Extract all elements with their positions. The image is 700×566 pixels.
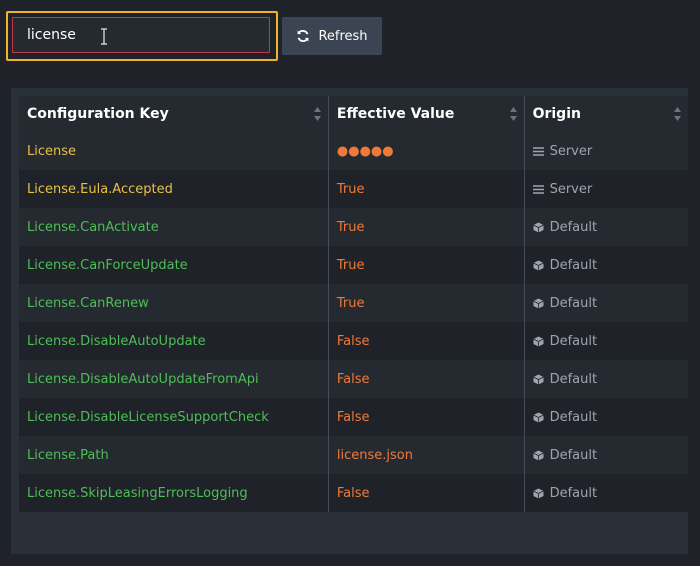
origin-cell: Server	[524, 132, 688, 170]
cube-icon	[532, 374, 544, 384]
origin-cell: Default	[524, 398, 688, 436]
table-row[interactable]: License.Eula.Accepted True Server	[19, 170, 688, 208]
effective-value: True	[328, 170, 525, 208]
table-row[interactable]: License.CanForceUpdate True Default	[19, 246, 688, 284]
list-icon	[532, 184, 544, 194]
origin-label: Server	[549, 181, 593, 197]
refresh-button[interactable]: Refresh	[282, 17, 382, 55]
table-header-row: Configuration Key Effective Value Origin	[19, 96, 688, 132]
config-key: License.CanActivate	[19, 208, 329, 246]
effective-value: True	[328, 284, 525, 322]
cube-icon	[532, 412, 544, 422]
search-focus-outline	[6, 11, 278, 61]
effective-value: ●●●●●	[328, 132, 525, 170]
config-key: License.DisableAutoUpdate	[19, 322, 329, 360]
table-row[interactable]: License.CanRenew True Default	[19, 284, 688, 322]
configuration-panel: Configuration Key Effective Value Origin…	[11, 88, 688, 554]
origin-cell: Default	[524, 284, 688, 322]
origin-cell: Default	[524, 246, 688, 284]
search-input[interactable]	[12, 17, 270, 53]
config-key: License.CanRenew	[19, 284, 329, 322]
cube-icon	[532, 450, 544, 460]
config-key: License.DisableLicenseSupportCheck	[19, 398, 329, 436]
config-key: License.SkipLeasingErrorsLogging	[19, 474, 329, 512]
origin-label: Default	[549, 257, 598, 273]
origin-label: Default	[549, 409, 598, 425]
cube-icon	[532, 260, 544, 270]
config-key: License	[19, 132, 329, 170]
sort-icon	[313, 107, 321, 121]
table-row[interactable]: License.DisableAutoUpdateFromApi False D…	[19, 360, 688, 398]
config-key: License.DisableAutoUpdateFromApi	[19, 360, 329, 398]
config-key: License.Eula.Accepted	[19, 170, 329, 208]
sort-icon	[674, 107, 681, 121]
column-header-label: Configuration Key	[27, 106, 169, 122]
cube-icon	[532, 336, 544, 346]
cube-icon	[532, 488, 544, 498]
config-key: License.Path	[19, 436, 329, 474]
column-header-label: Origin	[532, 106, 581, 122]
table-row[interactable]: License ●●●●● Server	[19, 132, 688, 170]
origin-cell: Default	[524, 474, 688, 512]
origin-label: Default	[549, 447, 598, 463]
table-row[interactable]: License.DisableAutoUpdate False Default	[19, 322, 688, 360]
column-header-origin[interactable]: Origin	[524, 96, 688, 132]
table-row[interactable]: License.CanActivate True Default	[19, 208, 688, 246]
origin-label: Default	[549, 485, 598, 501]
config-key: License.CanForceUpdate	[19, 246, 329, 284]
cube-icon	[532, 298, 544, 308]
table-row[interactable]: License.DisableLicenseSupportCheck False…	[19, 398, 688, 436]
origin-label: Default	[549, 333, 598, 349]
effective-value: False	[328, 360, 525, 398]
origin-cell: Default	[524, 208, 688, 246]
refresh-button-label: Refresh	[318, 28, 368, 44]
origin-label: Default	[549, 371, 598, 387]
origin-cell: Default	[524, 322, 688, 360]
effective-value: license.json	[328, 436, 525, 474]
effective-value: True	[328, 246, 525, 284]
text-cursor-icon	[101, 28, 107, 45]
column-header-configuration-key[interactable]: Configuration Key	[19, 96, 329, 132]
column-header-label: Effective Value	[336, 106, 455, 122]
cube-icon	[532, 222, 544, 232]
sort-icon	[509, 107, 517, 121]
effective-value: True	[328, 208, 525, 246]
effective-value: False	[328, 398, 525, 436]
column-header-effective-value[interactable]: Effective Value	[328, 96, 525, 132]
effective-value: False	[328, 474, 525, 512]
table-row[interactable]: License.SkipLeasingErrorsLogging False D…	[19, 474, 688, 512]
effective-value: False	[328, 322, 525, 360]
configuration-table: Configuration Key Effective Value Origin…	[19, 96, 688, 512]
origin-label: Default	[549, 219, 598, 235]
origin-label: Server	[549, 143, 593, 159]
origin-label: Default	[549, 295, 598, 311]
table-row[interactable]: License.Path license.json Default	[19, 436, 688, 474]
origin-cell: Server	[524, 170, 688, 208]
origin-cell: Default	[524, 436, 688, 474]
list-icon	[532, 146, 544, 156]
refresh-icon	[298, 30, 309, 42]
origin-cell: Default	[524, 360, 688, 398]
